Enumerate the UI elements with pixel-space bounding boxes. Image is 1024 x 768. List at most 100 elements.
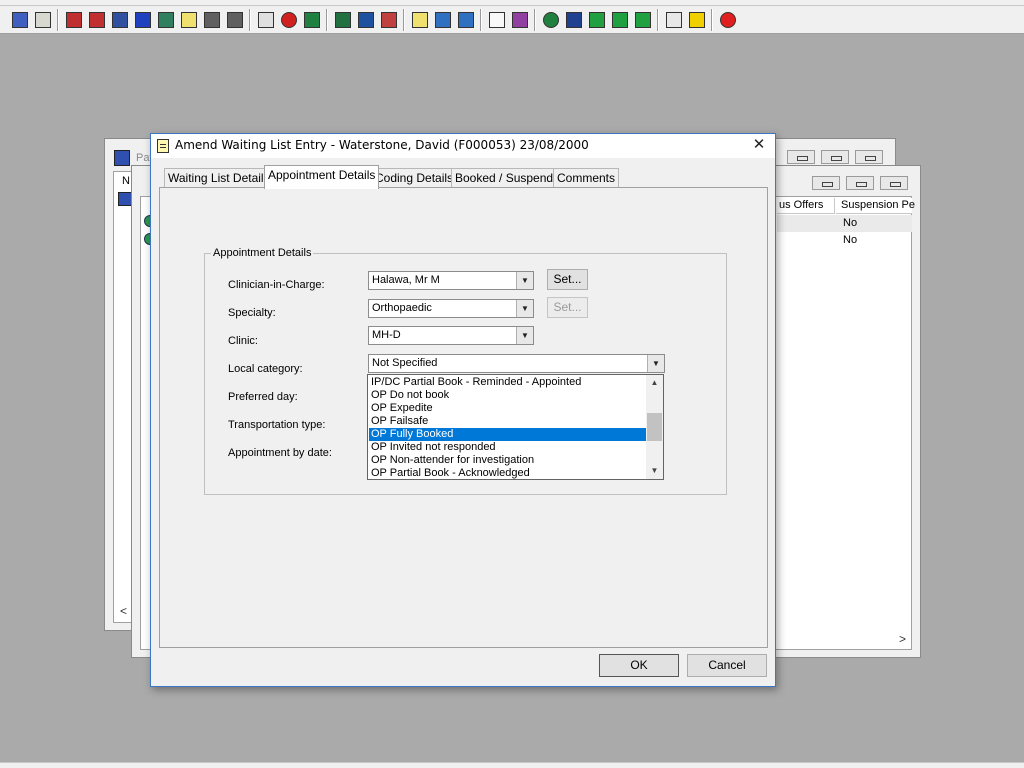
dropdown-option[interactable]: OP Failsafe <box>369 415 646 428</box>
dropdown-option[interactable]: OP Invited not responded <box>369 441 646 454</box>
globe-icon-glyph <box>542 12 559 28</box>
clock-icon[interactable] <box>278 9 299 31</box>
close-button[interactable] <box>880 176 908 190</box>
dropdown-option[interactable]: OP Partial Book - Acknowledged <box>369 467 646 480</box>
doctor-icon-glyph <box>157 12 174 28</box>
chevron-down-icon[interactable]: ▼ <box>516 327 533 344</box>
dropdown-option[interactable]: OP Do not book <box>369 389 646 402</box>
minimize-button[interactable] <box>787 150 815 164</box>
set-clinician-button[interactable]: Set... <box>547 269 588 290</box>
list-down-icon[interactable] <box>586 9 607 31</box>
edit-icon[interactable] <box>178 9 199 31</box>
screen-icon[interactable] <box>332 9 353 31</box>
ambulance-icon-glyph <box>226 12 243 28</box>
monitor-icon-glyph <box>303 12 320 28</box>
clock-icon-glyph <box>280 12 297 28</box>
maximize-button[interactable] <box>821 150 849 164</box>
grid-header-suspension[interactable]: Suspension Pe <box>836 198 915 214</box>
doctor-icon[interactable] <box>155 9 176 31</box>
warning-icon[interactable] <box>686 9 707 31</box>
amend-waiting-list-dialog[interactable]: Amend Waiting List Entry - Waterstone, D… <box>150 133 776 687</box>
screen-edit-icon[interactable] <box>355 9 376 31</box>
transfer-icon[interactable] <box>663 9 684 31</box>
list-check-icon-glyph <box>565 12 582 28</box>
list-swap-icon[interactable] <box>632 9 653 31</box>
document-icon[interactable] <box>486 9 507 31</box>
list-check-icon[interactable] <box>563 9 584 31</box>
chevron-down-icon[interactable]: ▼ <box>646 463 663 479</box>
document-icon-glyph <box>488 12 505 28</box>
ok-button[interactable]: OK <box>599 654 679 677</box>
maximize-button[interactable] <box>846 176 874 190</box>
chevron-up-icon[interactable]: ▲ <box>646 375 663 391</box>
tab-booked-suspend[interactable]: Booked / Suspend <box>451 168 558 188</box>
grid-header-offers-label: us Offers <box>779 199 824 211</box>
form-icon[interactable] <box>109 9 130 31</box>
close-button[interactable] <box>855 150 883 164</box>
report-chart-icon[interactable] <box>509 9 530 31</box>
globe-icon[interactable] <box>540 9 561 31</box>
truck-icon[interactable] <box>201 9 222 31</box>
toolbar-separator <box>480 9 482 31</box>
scroll-left-button[interactable]: < <box>120 604 127 618</box>
specialty-select[interactable]: Orthopaedic ▼ <box>368 299 534 318</box>
chevron-down-icon[interactable]: ▼ <box>647 355 664 372</box>
local-category-select[interactable]: Not Specified ▼ <box>368 354 665 373</box>
screen-clock-icon[interactable] <box>378 9 399 31</box>
chevron-down-icon[interactable]: ▼ <box>516 272 533 289</box>
specialty-label: Specialty: <box>228 307 276 319</box>
warning-icon-glyph <box>688 12 705 28</box>
preferred-day-label: Preferred day: <box>228 391 298 403</box>
mail-icon[interactable] <box>132 9 153 31</box>
dropdown-option[interactable]: OP Expedite <box>369 402 646 415</box>
close-icon[interactable]: ✕ <box>745 134 773 156</box>
table-row[interactable]: No <box>777 232 912 249</box>
clinic-select[interactable]: MH-D ▼ <box>368 326 534 345</box>
minimize-button[interactable] <box>812 176 840 190</box>
notepad-icon[interactable] <box>409 9 430 31</box>
bed-icon-glyph <box>434 12 451 28</box>
toolbar-separator <box>534 9 536 31</box>
list-arrow-icon[interactable] <box>609 9 630 31</box>
dropdown-option[interactable]: OP Non-attender for investigation <box>369 454 646 467</box>
tab-coding-details[interactable]: Coding Details <box>371 168 458 188</box>
toolbar-separator <box>249 9 251 31</box>
scrollbar-thumb[interactable] <box>647 413 662 441</box>
notes-icon[interactable] <box>86 9 107 31</box>
tab-waiting-list-details[interactable]: Waiting List Details <box>164 168 274 188</box>
search-icon[interactable] <box>255 9 276 31</box>
bed-transfer-icon[interactable] <box>455 9 476 31</box>
tab-comments[interactable]: Comments <box>553 168 620 188</box>
print-icon[interactable] <box>32 9 53 31</box>
book-icon[interactable] <box>63 9 84 31</box>
toolbar-separator <box>657 9 659 31</box>
local-category-dropdown-list[interactable]: IP/DC Partial Book - Reminded - Appointe… <box>367 374 664 480</box>
exit-icon[interactable] <box>717 9 738 31</box>
suspension-cell: No <box>843 234 858 246</box>
toolbar-separator <box>403 9 405 31</box>
tab-appointment-details[interactable]: Appointment Details <box>264 165 380 189</box>
dropdown-option[interactable]: IP/DC Partial Book - Reminded - Appointe… <box>369 376 646 389</box>
patient-icon[interactable] <box>9 9 30 31</box>
ambulance-icon[interactable] <box>224 9 245 31</box>
monitor-icon[interactable] <box>301 9 322 31</box>
clinician-select[interactable]: Halawa, Mr M ▼ <box>368 271 534 290</box>
chevron-down-icon[interactable]: ▼ <box>516 300 533 317</box>
search-icon-glyph <box>257 12 274 28</box>
form-icon-glyph <box>111 12 128 28</box>
dropdown-scrollbar[interactable]: ▲ ▼ <box>646 375 663 479</box>
exit-icon-glyph <box>719 12 736 28</box>
list-header: N <box>122 175 130 187</box>
scroll-right-button[interactable]: > <box>899 632 906 646</box>
cancel-button[interactable]: Cancel <box>687 654 767 677</box>
table-row[interactable]: No <box>777 215 912 232</box>
dropdown-option-selected[interactable]: OP Fully Booked <box>369 428 646 441</box>
mail-icon-glyph <box>134 12 151 28</box>
edit-icon-glyph <box>180 12 197 28</box>
patient-icon-glyph <box>11 12 28 28</box>
bed-icon[interactable] <box>432 9 453 31</box>
clinician-value: Halawa, Mr M <box>372 274 440 286</box>
appointment-by-date-label: Appointment by date: <box>228 447 332 459</box>
grid-header-offers[interactable]: us Offers <box>777 198 835 214</box>
patient-row-icon <box>118 192 132 206</box>
